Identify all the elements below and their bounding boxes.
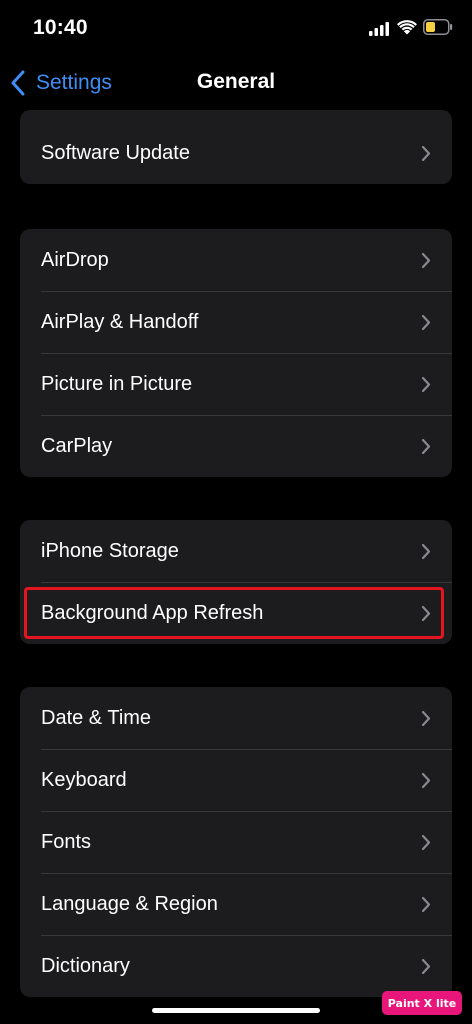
watermark-badge: Paint X lite <box>382 991 462 1015</box>
row-label: CarPlay <box>41 434 113 457</box>
row-label: Language & Region <box>41 892 218 915</box>
cellular-signal-icon <box>369 22 389 36</box>
chevron-right-icon <box>421 145 431 162</box>
row-airplay-handoff[interactable]: AirPlay & Handoff <box>20 291 452 353</box>
chevron-right-icon <box>421 543 431 560</box>
chevron-right-icon <box>421 772 431 789</box>
row-label: Dictionary <box>41 954 130 977</box>
chevron-right-icon <box>421 252 431 269</box>
row-label: Date & Time <box>41 706 152 729</box>
chevron-right-icon <box>421 376 431 393</box>
row-label: Background App Refresh <box>41 601 264 624</box>
settings-group-locale: Date & Time Keyboard Fonts Language & Re… <box>20 687 452 997</box>
page-title: General <box>196 70 276 93</box>
chevron-right-icon <box>421 710 431 727</box>
row-date-time[interactable]: Date & Time <box>20 687 452 749</box>
row-software-update[interactable]: Software Update <box>20 122 452 184</box>
row-carplay[interactable]: CarPlay <box>20 415 452 477</box>
row-airdrop[interactable]: AirDrop <box>20 229 452 291</box>
row-background-app-refresh[interactable]: Background App Refresh <box>20 582 452 644</box>
row-picture-in-picture[interactable]: Picture in Picture <box>20 353 452 415</box>
chevron-right-icon <box>421 605 431 622</box>
partial-row <box>20 110 452 122</box>
row-keyboard[interactable]: Keyboard <box>20 749 452 811</box>
row-label: AirPlay & Handoff <box>41 310 199 333</box>
row-fonts[interactable]: Fonts <box>20 811 452 873</box>
chevron-right-icon <box>421 438 431 455</box>
row-iphone-storage[interactable]: iPhone Storage <box>20 520 452 582</box>
row-label: Software Update <box>41 141 190 164</box>
settings-general-screen: 10:40 Settings General Software Update A… <box>0 0 472 1024</box>
settings-group-connectivity: AirDrop AirPlay & Handoff Picture in Pic… <box>20 229 452 477</box>
status-time: 10:40 <box>33 16 88 39</box>
chevron-right-icon <box>421 834 431 851</box>
status-bar: 10:40 <box>0 0 472 56</box>
row-label: AirDrop <box>41 248 109 271</box>
row-label: Keyboard <box>41 768 127 791</box>
chevron-right-icon <box>421 314 431 331</box>
chevron-right-icon <box>421 896 431 913</box>
battery-icon <box>423 19 453 35</box>
settings-group-storage: iPhone Storage Background App Refresh <box>20 520 452 644</box>
row-label: iPhone Storage <box>41 539 179 562</box>
row-language-region[interactable]: Language & Region <box>20 873 452 935</box>
row-label: Fonts <box>41 830 92 853</box>
row-label: Picture in Picture <box>41 372 193 395</box>
chevron-right-icon <box>421 958 431 975</box>
row-dictionary[interactable]: Dictionary <box>20 935 452 997</box>
settings-group-software: Software Update <box>20 110 452 184</box>
home-indicator[interactable] <box>152 1008 320 1013</box>
navigation-bar: Settings General <box>0 56 472 110</box>
wifi-icon <box>397 20 417 35</box>
